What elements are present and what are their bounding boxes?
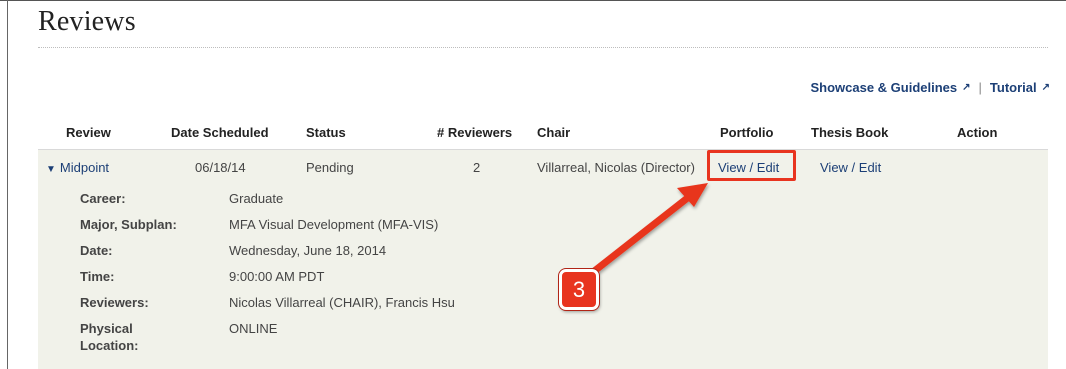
step-number-badge: 3 xyxy=(559,269,599,310)
annotation-arrow-icon xyxy=(584,183,708,280)
